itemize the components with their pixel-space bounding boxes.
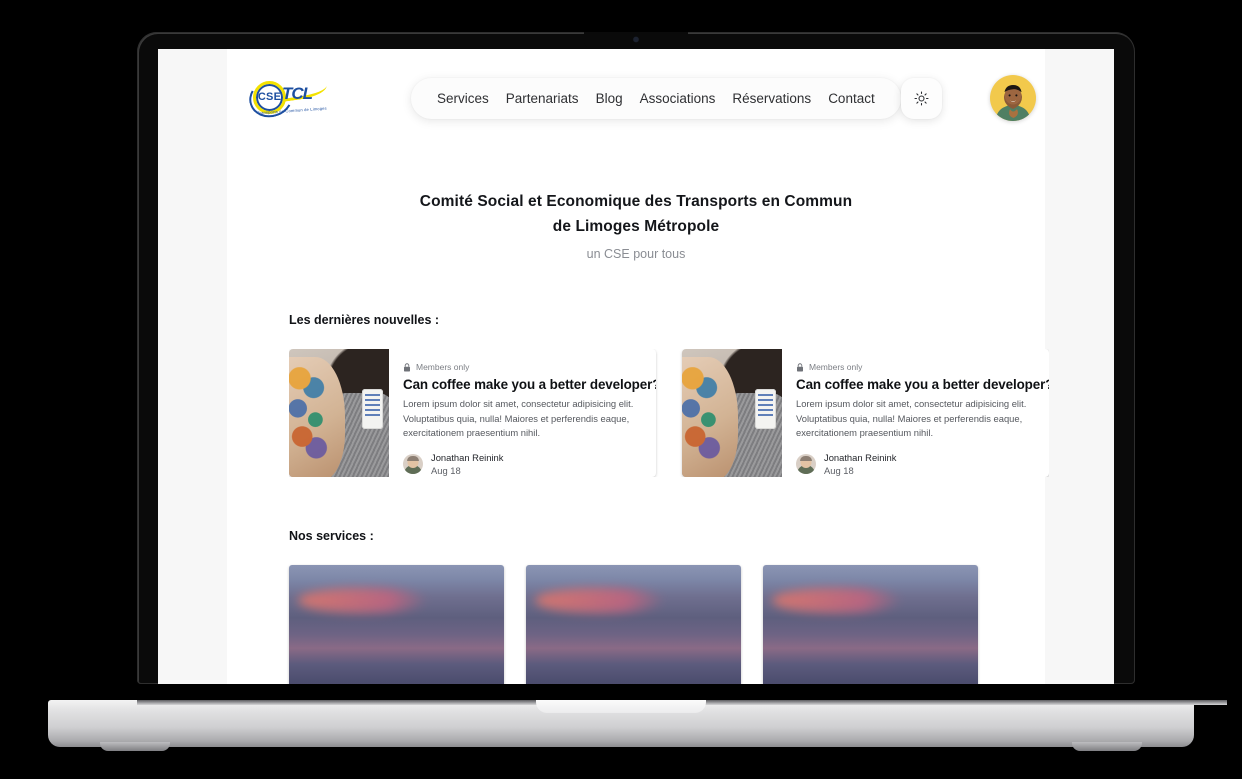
laptop-lid: CSE TCL Transports en Commun de Limoges … bbox=[137, 32, 1135, 684]
webpage: CSE TCL Transports en Commun de Limoges … bbox=[158, 49, 1114, 684]
service-card-image bbox=[289, 565, 504, 684]
avatar[interactable] bbox=[989, 75, 1036, 121]
news-card-date: Aug 18 bbox=[824, 464, 854, 476]
news-card-author: Jonathan Reinink Aug 18 bbox=[796, 452, 1035, 476]
page-content-column: CSE TCL Transports en Commun de Limoges … bbox=[227, 49, 1049, 684]
members-only-badge: Members only bbox=[403, 362, 642, 372]
author-meta: Jonathan Reinink Aug 18 bbox=[824, 452, 896, 476]
logo-mark-icon: CSE TCL Transports en Commun de Limoges bbox=[244, 73, 329, 123]
news-card-author: Jonathan Reinink Aug 18 bbox=[403, 452, 642, 476]
author-name: Jonathan Reinink bbox=[431, 451, 504, 463]
author-avatar-hair bbox=[800, 455, 812, 461]
page-title: Comité Social et Economique des Transpor… bbox=[307, 189, 965, 239]
news-card-title[interactable]: Can coffee make you a better developer? bbox=[796, 377, 1049, 392]
laptop-base-notch bbox=[536, 700, 706, 713]
members-only-label: Members only bbox=[809, 362, 863, 373]
site-header: CSE TCL Transports en Commun de Limoges … bbox=[227, 49, 1045, 123]
thumb-tattoo-shape bbox=[289, 367, 333, 462]
author-avatar bbox=[403, 453, 423, 474]
thumb-tattoo-shape bbox=[682, 367, 726, 462]
header-actions bbox=[900, 75, 1038, 121]
news-card-excerpt: Lorem ipsum dolor sit amet, consectetur … bbox=[403, 398, 634, 439]
news-card-date: Aug 18 bbox=[431, 464, 461, 476]
nav-item-blog[interactable]: Blog bbox=[596, 91, 623, 106]
news-card-thumbnail bbox=[682, 349, 782, 478]
news-card-excerpt: Lorem ipsum dolor sit amet, consectetur … bbox=[796, 398, 1027, 439]
thumb-coffee-cup-shape bbox=[755, 389, 776, 430]
main-navigation: Services Partenariats Blog Associations … bbox=[411, 77, 901, 119]
news-card-title[interactable]: Can coffee make you a better developer? bbox=[403, 377, 656, 392]
services-heading: Nos services : bbox=[289, 529, 374, 544]
news-card-body: Members only Can coffee make you a bette… bbox=[389, 349, 656, 477]
news-heading: Les dernières nouvelles : bbox=[289, 313, 440, 328]
service-card-image bbox=[526, 565, 741, 684]
sun-icon bbox=[914, 90, 929, 106]
lock-icon bbox=[797, 363, 803, 372]
hero-section: Comité Social et Economique des Transpor… bbox=[227, 189, 1045, 261]
nav-item-associations[interactable]: Associations bbox=[640, 91, 716, 106]
nav-item-reservations[interactable]: Réservations bbox=[732, 91, 811, 106]
laptop-base bbox=[48, 700, 1227, 751]
services-card-list bbox=[289, 565, 1049, 684]
page-title-line1: Comité Social et Economique des Transpor… bbox=[419, 193, 853, 210]
news-card[interactable]: Members only Can coffee make you a bette… bbox=[289, 349, 656, 478]
lock-icon bbox=[404, 363, 410, 372]
nav-item-contact[interactable]: Contact bbox=[828, 91, 875, 106]
members-only-badge: Members only bbox=[796, 362, 1035, 372]
nav-item-services[interactable]: Services bbox=[437, 91, 489, 106]
camera-dot-icon bbox=[633, 37, 639, 42]
author-avatar bbox=[796, 453, 816, 474]
members-only-label: Members only bbox=[416, 362, 470, 373]
news-card[interactable]: Members only Can coffee make you a bette… bbox=[682, 349, 1049, 478]
avatar-portrait-icon bbox=[994, 85, 1031, 121]
page-subtitle: un CSE pour tous bbox=[586, 247, 686, 262]
author-name: Jonathan Reinink bbox=[824, 451, 897, 463]
service-card[interactable] bbox=[763, 565, 978, 684]
screenshot-stage: CSE TCL Transports en Commun de Limoges … bbox=[0, 0, 1242, 779]
service-card-image bbox=[763, 565, 978, 684]
service-card[interactable] bbox=[526, 565, 741, 684]
news-card-thumbnail bbox=[289, 349, 389, 478]
author-meta: Jonathan Reinink Aug 18 bbox=[431, 452, 503, 476]
thumb-coffee-cup-shape bbox=[362, 389, 383, 430]
page-title-line2: de Limoges Métropole bbox=[552, 218, 720, 236]
service-card[interactable] bbox=[289, 565, 504, 684]
theme-toggle-button[interactable] bbox=[900, 77, 942, 119]
logo-badge-text: CSE bbox=[257, 91, 282, 103]
site-logo[interactable]: CSE TCL Transports en Commun de Limoges bbox=[244, 73, 401, 123]
author-avatar-hair bbox=[407, 455, 419, 461]
news-card-body: Members only Can coffee make you a bette… bbox=[782, 349, 1049, 477]
laptop-screen: CSE TCL Transports en Commun de Limoges … bbox=[158, 49, 1114, 684]
nav-item-partenariats[interactable]: Partenariats bbox=[506, 91, 579, 106]
logo-brand-text: TCL bbox=[282, 84, 313, 103]
news-card-list: Members only Can coffee make you a bette… bbox=[289, 349, 1049, 478]
